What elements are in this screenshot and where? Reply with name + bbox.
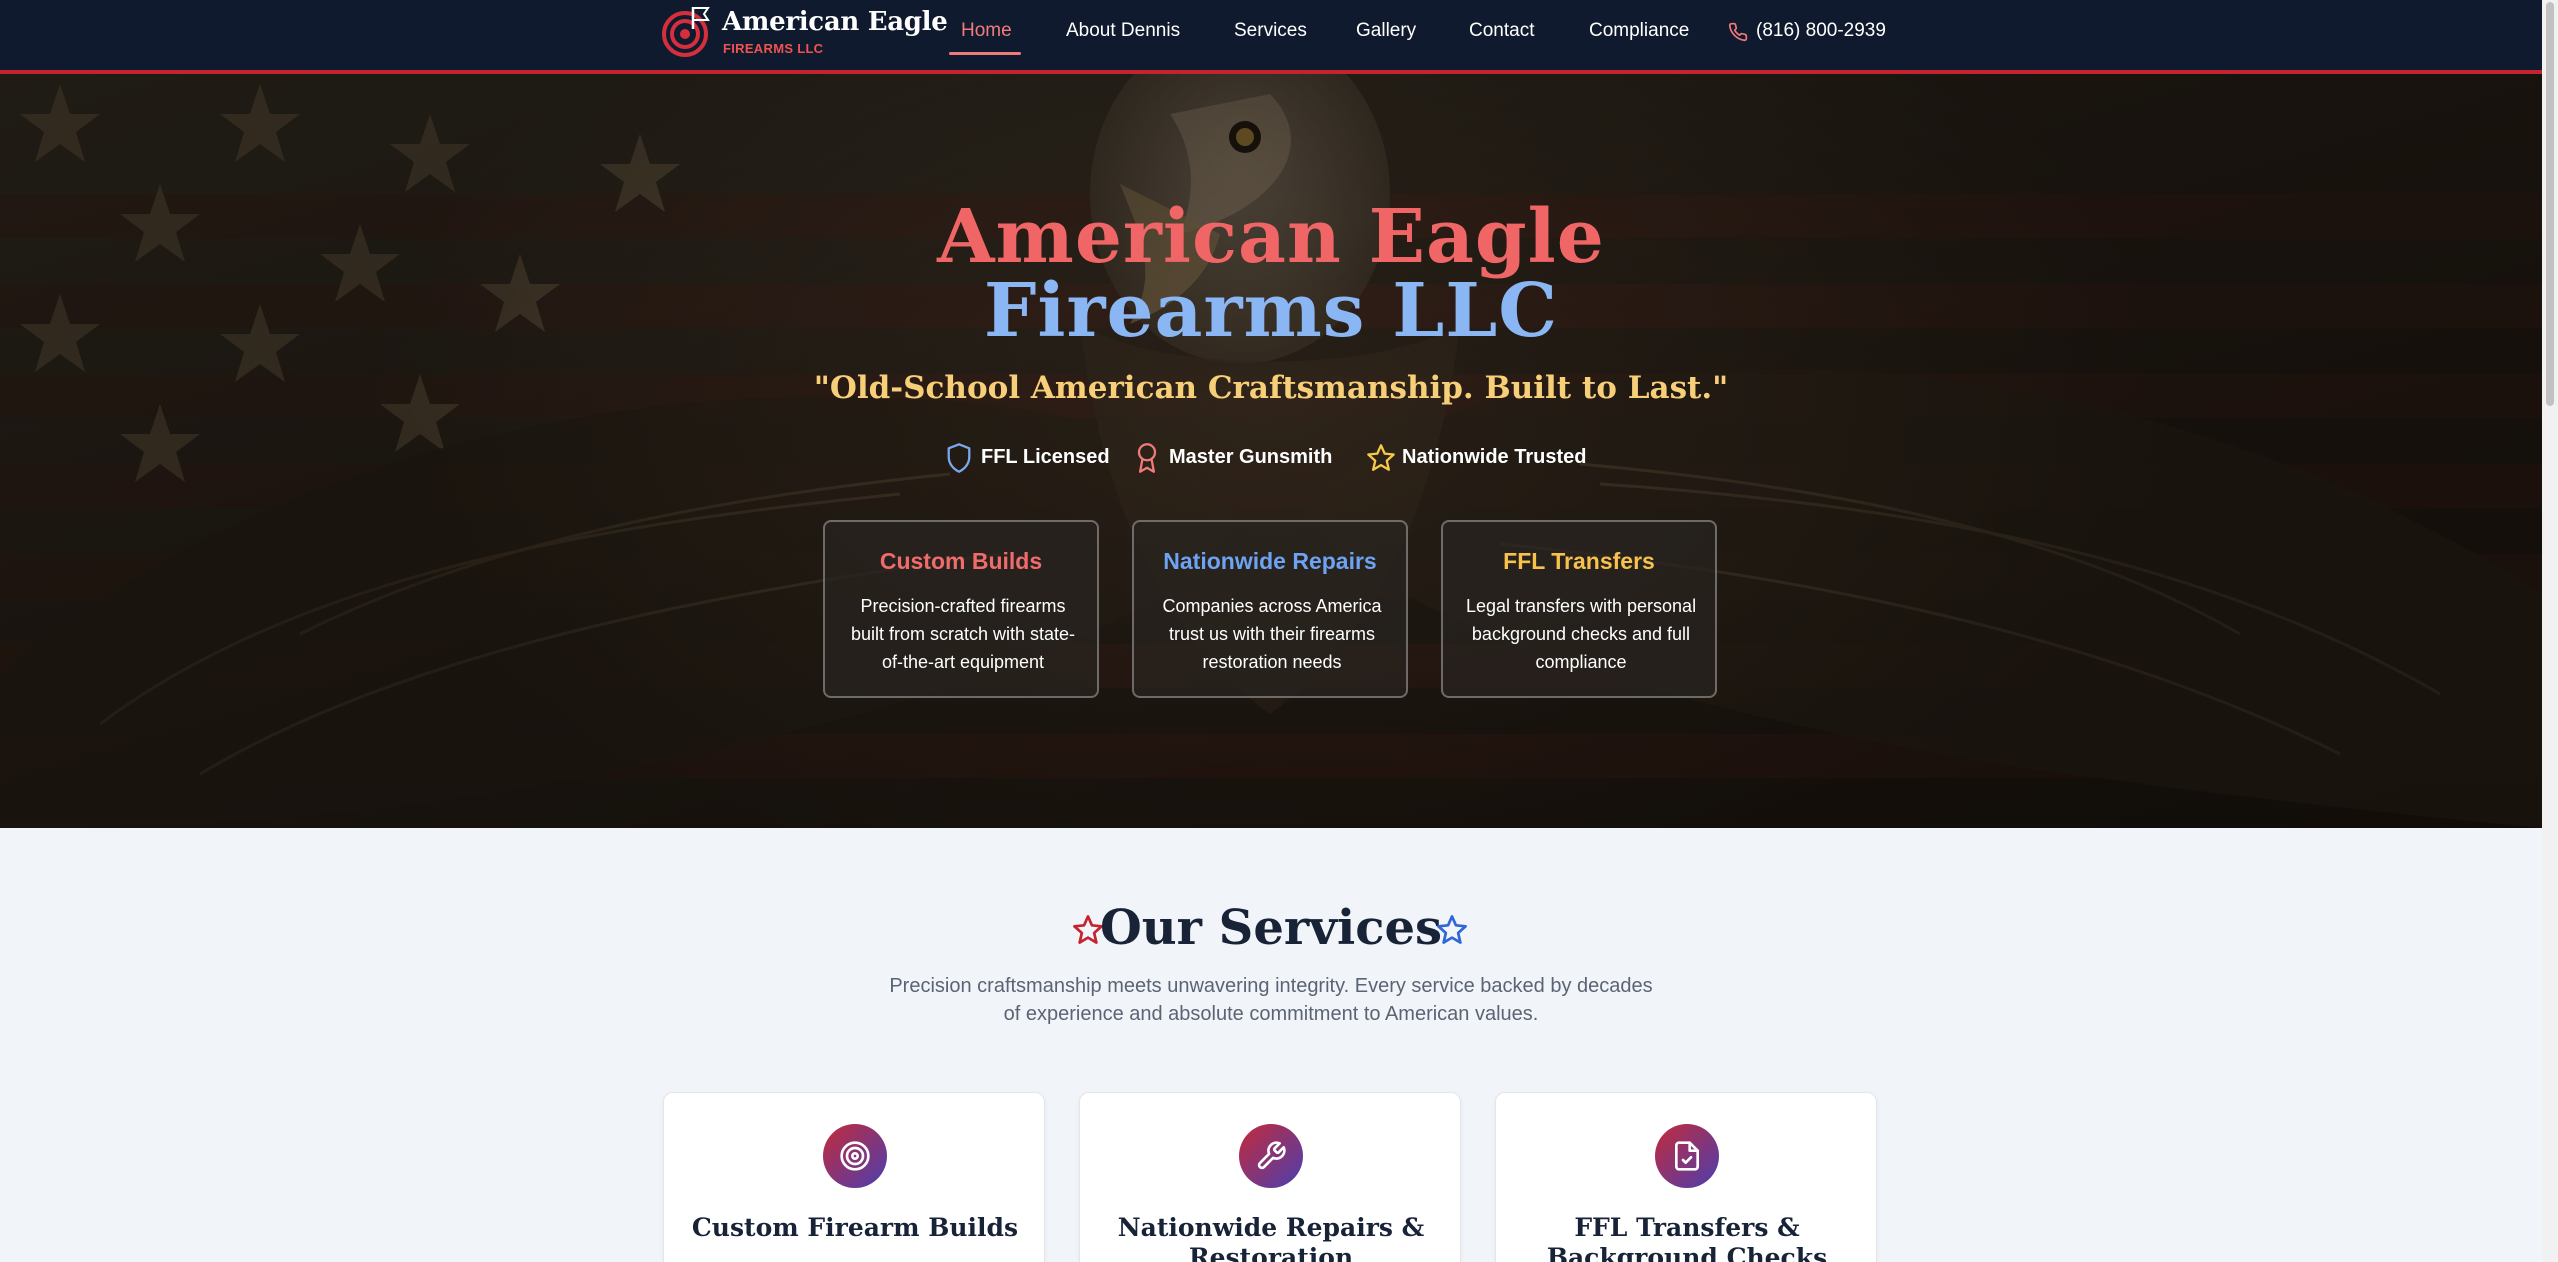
- hero-badges: FFL Licensed Master Gunsmith Nationwide …: [945, 438, 1625, 478]
- nav-link-compliance[interactable]: Compliance: [1589, 20, 1689, 42]
- services-subtitle: Precision craftsmanship meets unwavering…: [889, 975, 1653, 1025]
- target-icon: [840, 1141, 870, 1171]
- hero-card-description: Precision-crafted firearms built from sc…: [850, 596, 1076, 672]
- phone-icon: [1728, 22, 1748, 42]
- scrollbar-thumb[interactable]: [2546, 2, 2554, 406]
- page-scrollbar[interactable]: [2542, 0, 2558, 1262]
- file-check-icon: [1675, 1141, 1699, 1171]
- service-icon-badge: [823, 1124, 887, 1188]
- star-icon: [1437, 915, 1467, 944]
- service-card-custom-builds[interactable]: Custom Firearm Builds: [663, 1092, 1045, 1262]
- services-heading: Our Services: [1099, 900, 1443, 956]
- brand-logo[interactable]: American Eagle FIREARMS LLC: [662, 3, 948, 65]
- nav-link-contact[interactable]: Contact: [1469, 20, 1534, 42]
- wrench-icon: [1257, 1141, 1286, 1170]
- brand-subtitle: FIREARMS LLC: [723, 41, 824, 56]
- hero-tagline: "Old-School American Craftsmanship. Buil…: [813, 370, 1729, 406]
- service-card-ffl-transfers[interactable]: FFL Transfers & Background Checks: [1495, 1092, 1877, 1262]
- badge-label: FFL Licensed: [981, 446, 1110, 468]
- star-icon: [1367, 444, 1395, 471]
- active-nav-indicator: [949, 52, 1021, 55]
- nav-link-home[interactable]: Home: [961, 20, 1012, 42]
- badge-label: Master Gunsmith: [1169, 446, 1333, 468]
- award-icon: [1137, 443, 1157, 473]
- phone-number: (816) 800-2939: [1756, 20, 1886, 41]
- hero-card-description: Companies across America trust us with t…: [1162, 596, 1382, 672]
- hero-card-title: Custom Builds: [879, 548, 1043, 574]
- hero-card-title: Nationwide Repairs: [1163, 548, 1377, 574]
- hero-card-title: FFL Transfers: [1503, 548, 1655, 574]
- hero-card-custom-builds[interactable]: Custom Builds Precision-crafted firearms…: [823, 520, 1099, 698]
- top-navbar: American Eagle FIREARMS LLC Home About D…: [0, 0, 2542, 74]
- hero-card-description: Legal transfers with personal background…: [1465, 596, 1697, 672]
- service-icon-badge: [1655, 1124, 1719, 1188]
- services-section: Our Services Precision craftsmanship mee…: [0, 828, 2542, 1262]
- service-card-title: Custom Firearm Builds: [691, 1213, 1019, 1242]
- hero-title-line-2: Firearms LLC: [983, 268, 1559, 354]
- service-card-repairs[interactable]: Nationwide Repairs & Restoration: [1079, 1092, 1461, 1262]
- nav-link-gallery[interactable]: Gallery: [1356, 20, 1416, 42]
- service-card-title: FFL Transfers & Background Checks: [1546, 1213, 1828, 1262]
- hero-card-nationwide-repairs[interactable]: Nationwide Repairs Companies across Amer…: [1132, 520, 1408, 698]
- hero-card-ffl-transfers[interactable]: FFL Transfers Legal transfers with perso…: [1441, 520, 1717, 698]
- shield-icon: [947, 443, 971, 473]
- brand-title: American Eagle: [722, 7, 948, 37]
- nav-link-services[interactable]: Services: [1234, 20, 1307, 42]
- service-card-title: Nationwide Repairs & Restoration: [1117, 1213, 1425, 1262]
- badge-label: Nationwide Trusted: [1402, 446, 1587, 468]
- service-icon-badge: [1239, 1124, 1303, 1188]
- nav-link-about-dennis[interactable]: About Dennis: [1066, 20, 1180, 42]
- hero-section: American Eagle Firearms LLC "Old-School …: [0, 74, 2542, 828]
- target-flag-logo-icon: [662, 7, 710, 57]
